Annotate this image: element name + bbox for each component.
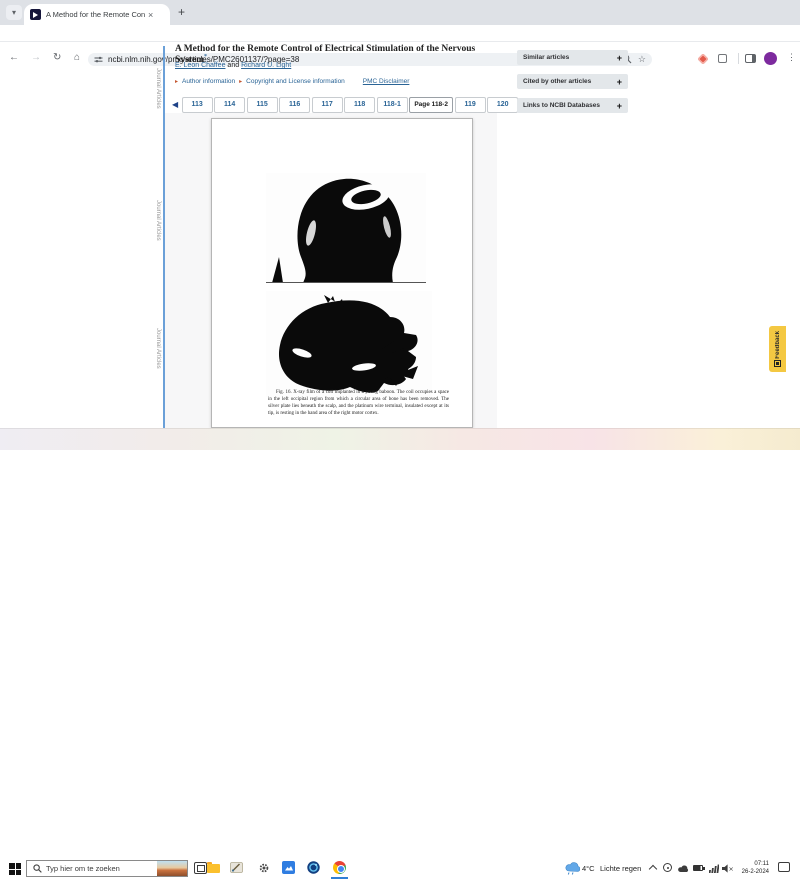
tab-title: A Method for the Remote Con [46,10,146,19]
panel-label: Similar articles [523,54,617,61]
and-text: and [227,62,239,69]
article-info-row: ▸ Author information ▸ Copyright and Lic… [175,78,409,85]
side-panel-icon[interactable] [745,54,756,63]
extension-box-icon[interactable] [718,54,727,63]
expand-plus-icon[interactable]: + [617,53,622,63]
bookmark-star-icon[interactable]: ☆ [638,54,646,64]
onedrive-cloud-icon[interactable] [677,865,689,873]
clock-date: 26-2-2024 [733,868,769,876]
new-tab-button[interactable]: + [178,4,185,20]
page-tab-120[interactable]: 120 [487,97,518,113]
author-link-2[interactable]: Richard U. Light [241,62,291,69]
copyright-license-link[interactable]: Copyright and License information [246,78,345,85]
journal-articles-label: Journal Articles [151,318,161,378]
tray-status-icon[interactable] [663,863,672,872]
page-tab-114[interactable]: 114 [214,97,245,113]
feedback-label: Feedback [775,331,781,359]
page-tab-119[interactable]: 119 [455,97,486,113]
start-button-icon[interactable] [9,863,21,875]
page-navigation: ◀ 113 114 115 116 117 118 118-1 Page 118… [170,96,530,113]
ncbi-links-panel[interactable]: Links to NCBI Databases + [517,98,628,113]
chrome-active-indicator [331,877,348,879]
xray-side-view-image [266,291,432,397]
chrome-app-icon[interactable] [333,861,347,875]
journal-articles-label: Journal Articles [151,190,161,250]
title-footnote[interactable]: * [204,54,207,60]
network-icon[interactable] [709,864,719,873]
page-tab-117[interactable]: 117 [312,97,343,113]
pmc-favicon-icon [30,9,41,20]
tray-expand-icon[interactable] [649,865,657,873]
feedback-form-icon [774,360,781,367]
action-center-icon[interactable] [778,862,790,872]
figure-caption: Fig. 16. X-ray film of a coil implanted … [268,389,449,417]
xray-back-view-image [266,173,426,283]
file-explorer-icon[interactable] [207,861,221,875]
clock-time: 07:11 [733,860,769,868]
page-tab-118[interactable]: 118 [344,97,375,113]
battery-icon[interactable] [693,865,703,871]
expand-plus-icon[interactable]: + [617,77,622,87]
weather-temperature[interactable]: 4°C [582,864,595,873]
browser-tab-strip: ▾ A Method for the Remote Con × + [0,0,800,25]
windows-taskbar: 4°C Lichte regen × 07:11 26-2-2024 [0,428,800,450]
browser-tab[interactable]: A Method for the Remote Con × [24,4,170,25]
page-tab-116[interactable]: 116 [279,97,310,113]
panel-label: Links to NCBI Databases [523,102,617,109]
cited-by-panel[interactable]: Cited by other articles + [517,74,628,89]
page-viewer: Fig. 16. X-ray film of a coil implanted … [165,113,497,428]
settings-gear-icon[interactable] [258,861,272,875]
page-tab-118-1[interactable]: 118-1 [377,97,408,113]
search-icon [33,864,42,873]
task-view-icon[interactable] [194,862,207,874]
extension-red-icon[interactable] [697,53,708,64]
scanned-page[interactable]: Fig. 16. X-ray film of a coil implanted … [211,118,473,428]
taskbar-clock[interactable]: 07:11 26-2-2024 [733,860,769,876]
tab-search-button[interactable]: ▾ [6,5,22,20]
profile-avatar[interactable] [764,52,777,65]
author-information-link[interactable]: Author information [182,78,235,85]
tab-close-icon[interactable]: × [148,10,153,20]
panel-label: Cited by other articles [523,78,617,85]
volume-muted-icon[interactable]: × [722,864,733,873]
media-player-icon[interactable] [307,861,321,875]
site-settings-icon[interactable] [94,55,103,64]
expand-plus-icon[interactable]: + [617,101,622,111]
browser-toolbar: ← → ↻ ⌂ ncbi.nlm.nih.gov/pmc/articles/PM… [0,25,800,42]
page-tab-113[interactable]: 113 [182,97,213,113]
weather-icon[interactable] [564,861,580,875]
search-highlights-image[interactable] [157,861,187,876]
author-line: E. Leon Chaffee and Richard U. Light [175,62,291,69]
weather-condition[interactable]: Lichte regen [600,864,641,873]
page-tab-current[interactable]: Page 118-2 [409,97,453,113]
prev-page-arrow[interactable]: ◀ [170,100,180,109]
browser-menu-icon[interactable]: ⋮ [787,52,796,63]
back-icon[interactable]: ← [9,52,19,64]
expand-triangle-icon[interactable]: ▸ [175,78,178,85]
reload-icon[interactable]: ↻ [53,52,61,64]
notes-app-icon[interactable] [230,861,244,875]
journal-articles-label: Journal Articles [151,58,161,118]
author-link-1[interactable]: E. Leon Chaffee [175,62,225,69]
expand-triangle-icon[interactable]: ▸ [239,78,242,85]
toolbar-separator [738,53,739,64]
forward-icon[interactable]: → [31,52,41,64]
search-input[interactable] [46,864,146,873]
page-tab-115[interactable]: 115 [247,97,278,113]
pmc-disclaimer-link[interactable]: PMC Disclaimer [363,78,410,85]
photos-app-icon[interactable] [282,861,296,875]
similar-articles-panel[interactable]: Similar articles + [517,50,628,65]
home-icon[interactable]: ⌂ [74,52,80,64]
taskbar-search-box[interactable] [26,860,188,877]
feedback-button[interactable]: Feedback [769,326,786,372]
